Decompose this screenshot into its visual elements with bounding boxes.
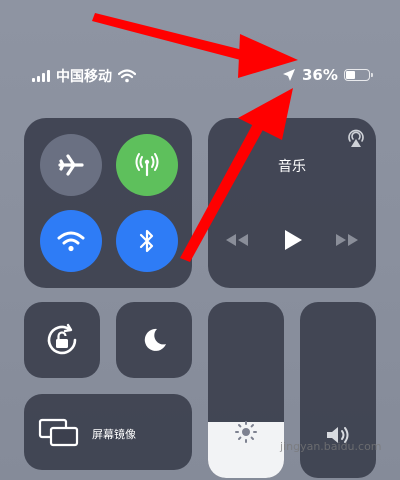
status-bar-right: 36%	[282, 66, 373, 84]
connectivity-panel	[24, 118, 192, 288]
wifi-button[interactable]	[40, 210, 102, 272]
music-title: 音乐	[278, 159, 306, 175]
status-bar-left: 中国移动	[32, 66, 136, 86]
bluetooth-icon	[139, 229, 154, 253]
screen-mirroring-label: 屏幕镜像	[92, 428, 136, 441]
airplane-icon	[58, 154, 84, 176]
bluetooth-button[interactable]	[116, 210, 178, 272]
fast-forward-icon[interactable]	[334, 232, 360, 248]
battery-percent: 36%	[302, 66, 338, 84]
signal-icon	[32, 70, 50, 82]
antenna-icon	[135, 153, 159, 177]
wifi-status-icon	[118, 69, 136, 83]
brightness-slider[interactable]	[208, 302, 284, 478]
rewind-icon[interactable]	[224, 232, 250, 248]
location-arrow-icon	[283, 69, 295, 81]
wifi-icon	[57, 231, 85, 252]
carrier-label: 中国移动	[56, 69, 112, 85]
do-not-disturb-button[interactable]	[116, 302, 192, 378]
rotation-lock-icon	[47, 323, 77, 355]
watermark: jingyan.baidu.com	[280, 440, 382, 453]
moon-icon	[144, 328, 166, 351]
sun-icon	[235, 421, 257, 443]
battery-icon	[343, 69, 373, 81]
play-icon[interactable]	[282, 228, 304, 252]
cellular-data-button[interactable]	[116, 134, 178, 196]
airplay-icon[interactable]	[346, 128, 366, 148]
airplane-mode-button[interactable]	[40, 134, 102, 196]
screen-mirroring-icon	[38, 418, 79, 447]
rotation-lock-button[interactable]	[24, 302, 100, 378]
